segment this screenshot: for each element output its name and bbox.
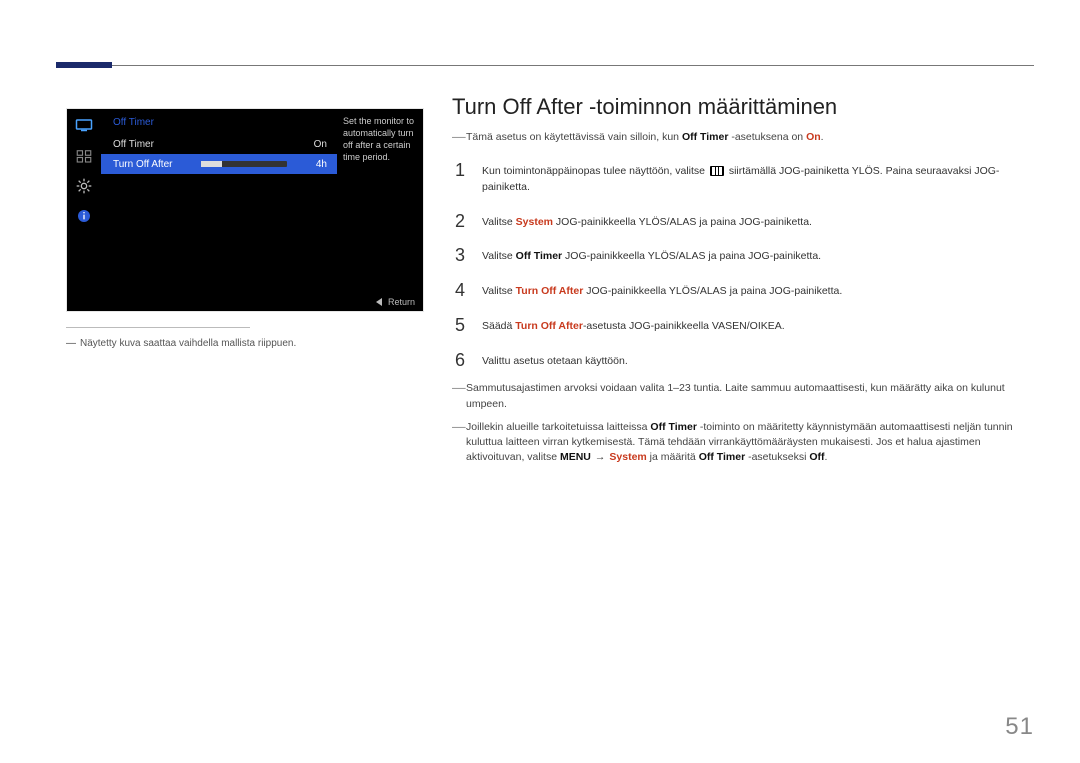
osd-row-label: Turn Off After — [113, 159, 172, 170]
osd-row-off-timer: Off Timer On — [101, 134, 337, 154]
intro-note: Tämä asetus on käytettävissä vain silloi… — [452, 130, 1034, 145]
step-4: 4 Valitse Turn Off After JOG-painikkeell… — [452, 273, 1034, 308]
arrow-right-icon: → — [595, 451, 606, 463]
page-heading: Turn Off After -toiminnon määrittäminen — [452, 94, 1034, 120]
end-note-2: Joillekin alueille tarkoitetuissa laitte… — [452, 420, 1034, 466]
header-rule — [56, 62, 1034, 72]
jog-menu-icon — [710, 166, 724, 176]
caption-rule — [66, 327, 250, 328]
content-body: Turn Off After -toiminnon määrittäminen … — [452, 94, 1034, 474]
info-icon — [74, 207, 94, 225]
step-number: 5 — [452, 316, 468, 334]
step-text: Valitse Turn Off After JOG-painikkeella … — [482, 281, 842, 300]
osd-sidebar — [67, 109, 101, 311]
page-number: 51 — [1005, 713, 1034, 741]
osd-main-panel: Off Timer Off Timer On Turn Off After 4h — [101, 109, 337, 311]
grid-icon — [74, 147, 94, 165]
osd-footer: Return — [337, 293, 423, 311]
osd-slider — [201, 161, 287, 167]
step-number: 3 — [452, 246, 468, 264]
step-text: Säädä Turn Off After-asetusta JOG-painik… — [482, 316, 785, 335]
step-3: 3 Valitse Off Timer JOG-painikkeella YLÖ… — [452, 238, 1034, 273]
osd-row-label: Off Timer — [113, 139, 154, 150]
osd-screenshot: Off Timer Off Timer On Turn Off After 4h… — [66, 108, 424, 312]
step-2: 2 Valitse System JOG-painikkeella YLÖS/A… — [452, 204, 1034, 239]
step-6: 6 Valittu asetus otetaan käyttöön. — [452, 343, 1034, 378]
step-1: 1 Kun toimintonäppäinopas tulee näyttöön… — [452, 153, 1034, 204]
step-text: Valittu asetus otetaan käyttöön. — [482, 351, 628, 370]
steps-list: 1 Kun toimintonäppäinopas tulee näyttöön… — [452, 153, 1034, 377]
osd-row-value: 4h — [316, 159, 327, 170]
osd-row-value: On — [314, 139, 327, 150]
step-number: 2 — [452, 212, 468, 230]
screenshot-caption: ―Näytetty kuva saattaa vaihdella mallist… — [66, 338, 296, 349]
step-5: 5 Säädä Turn Off After-asetusta JOG-pain… — [452, 308, 1034, 343]
step-text: Valitse Off Timer JOG-painikkeella YLÖS/… — [482, 246, 821, 265]
step-number: 6 — [452, 351, 468, 369]
end-note-1: Sammutusajastimen arvoksi voidaan valita… — [452, 381, 1034, 411]
step-text: Valitse System JOG-painikkeella YLÖS/ALA… — [482, 212, 812, 231]
step-number: 1 — [452, 161, 468, 179]
return-arrow-icon — [376, 298, 382, 306]
monitor-icon — [74, 117, 94, 135]
osd-tooltip: Set the monitor to automatically turn of… — [337, 109, 423, 311]
gear-icon — [74, 177, 94, 195]
osd-return-label: Return — [388, 297, 415, 307]
osd-row-turn-off-after: Turn Off After 4h — [101, 154, 337, 174]
step-text: Kun toimintonäppäinopas tulee näyttöön, … — [482, 161, 1034, 196]
osd-menu-title: Off Timer — [101, 109, 337, 134]
step-number: 4 — [452, 281, 468, 299]
